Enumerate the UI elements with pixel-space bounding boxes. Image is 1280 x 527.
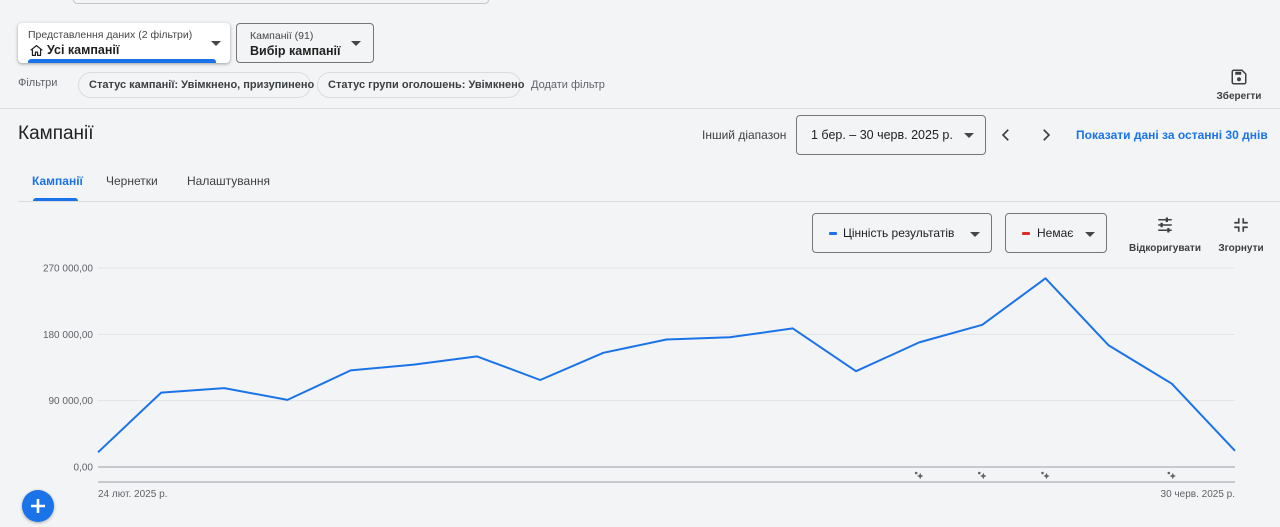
date-range-picker[interactable]: 1 бер. – 30 черв. 2025 р. <box>796 115 986 155</box>
search-input[interactable] <box>73 0 489 4</box>
adjust-label: Відкоригувати <box>1129 243 1201 254</box>
sparkle-icon <box>914 471 924 480</box>
collapse-label: Згорнути <box>1218 243 1264 254</box>
series-line <box>97 277 1236 454</box>
adjust-button[interactable]: Відкоригувати <box>1128 216 1202 254</box>
x-end-label: 30 черв. 2025 р. <box>1161 489 1235 500</box>
save-icon <box>1231 69 1247 85</box>
tab-campaigns[interactable]: Кампанії <box>32 174 83 188</box>
chevron-down-icon <box>1085 232 1095 237</box>
y-tick-label: 90 000,00 <box>49 396 94 407</box>
chevron-down-icon <box>351 41 361 46</box>
sparkle-icon <box>978 471 987 480</box>
create-button[interactable] <box>22 490 54 522</box>
previous-period-button[interactable] <box>997 126 1015 144</box>
campaign-selector-value: Вибір кампанії <box>250 44 341 58</box>
chevron-down-icon <box>964 133 974 138</box>
date-range-value: 1 бер. – 30 черв. 2025 р. <box>811 128 953 142</box>
series-color-swatch <box>829 232 837 235</box>
show-last-30-days-link[interactable]: Показати дані за останні 30 днів <box>1076 128 1268 142</box>
divider <box>18 201 1280 202</box>
divider <box>0 108 1280 109</box>
y-tick-label: 180 000,00 <box>43 330 93 341</box>
chevron-down-icon <box>211 41 221 46</box>
y-tick-label: 0,00 <box>74 463 94 474</box>
view-selector[interactable]: Представлення даних (2 фільтри) Усі камп… <box>18 23 230 63</box>
sparkle-icon <box>1041 471 1050 480</box>
series-color-swatch <box>1022 232 1030 235</box>
view-selector-label: Представлення даних (2 фільтри) <box>28 29 193 41</box>
primary-metric-label: Цінність результатів <box>843 226 955 240</box>
campaign-selector-label: Кампанії (91) <box>250 30 314 42</box>
sparkle-icon <box>1167 471 1176 480</box>
filter-chip-adgroup-status[interactable]: Статус групи оголошень: Увімкнено <box>317 72 524 98</box>
collapse-icon <box>1234 218 1248 232</box>
save-label: Зберегти <box>1216 91 1262 102</box>
secondary-metric-selector[interactable]: Немає <box>1005 213 1107 253</box>
collapse-button[interactable]: Згорнути <box>1214 216 1268 254</box>
line-chart: 0,00 90 000,00 180 000,00 270 000,00 24 лют.… <box>43 264 1236 500</box>
filters-label: Фільтри <box>18 77 58 89</box>
plus-icon <box>31 499 45 513</box>
secondary-metric-label: Немає <box>1037 226 1074 240</box>
home-icon <box>30 44 43 56</box>
tab-drafts[interactable]: Чернетки <box>106 174 158 188</box>
page-title: Кампанії <box>18 123 94 144</box>
tab-settings[interactable]: Налаштування <box>187 174 270 188</box>
save-button[interactable]: Зберегти <box>1212 68 1266 104</box>
next-period-button[interactable] <box>1037 126 1055 144</box>
primary-metric-selector[interactable]: Цінність результатів <box>812 213 992 253</box>
add-filter-button[interactable]: Додати фільтр <box>531 79 605 91</box>
active-indicator <box>28 59 216 63</box>
date-range-label: Інший діапазон <box>702 128 787 142</box>
x-start-label: 24 лют. 2025 р. <box>98 489 167 500</box>
view-selector-value: Усі кампанії <box>47 43 120 57</box>
tune-icon <box>1158 217 1172 233</box>
filter-chip-campaign-status[interactable]: Статус кампанії: Увімкнено, призупинено <box>78 72 314 98</box>
y-tick-label: 270 000,00 <box>43 264 93 275</box>
campaign-selector[interactable]: Кампанії (91) Вибір кампанії <box>236 23 374 63</box>
chevron-down-icon <box>970 232 980 237</box>
